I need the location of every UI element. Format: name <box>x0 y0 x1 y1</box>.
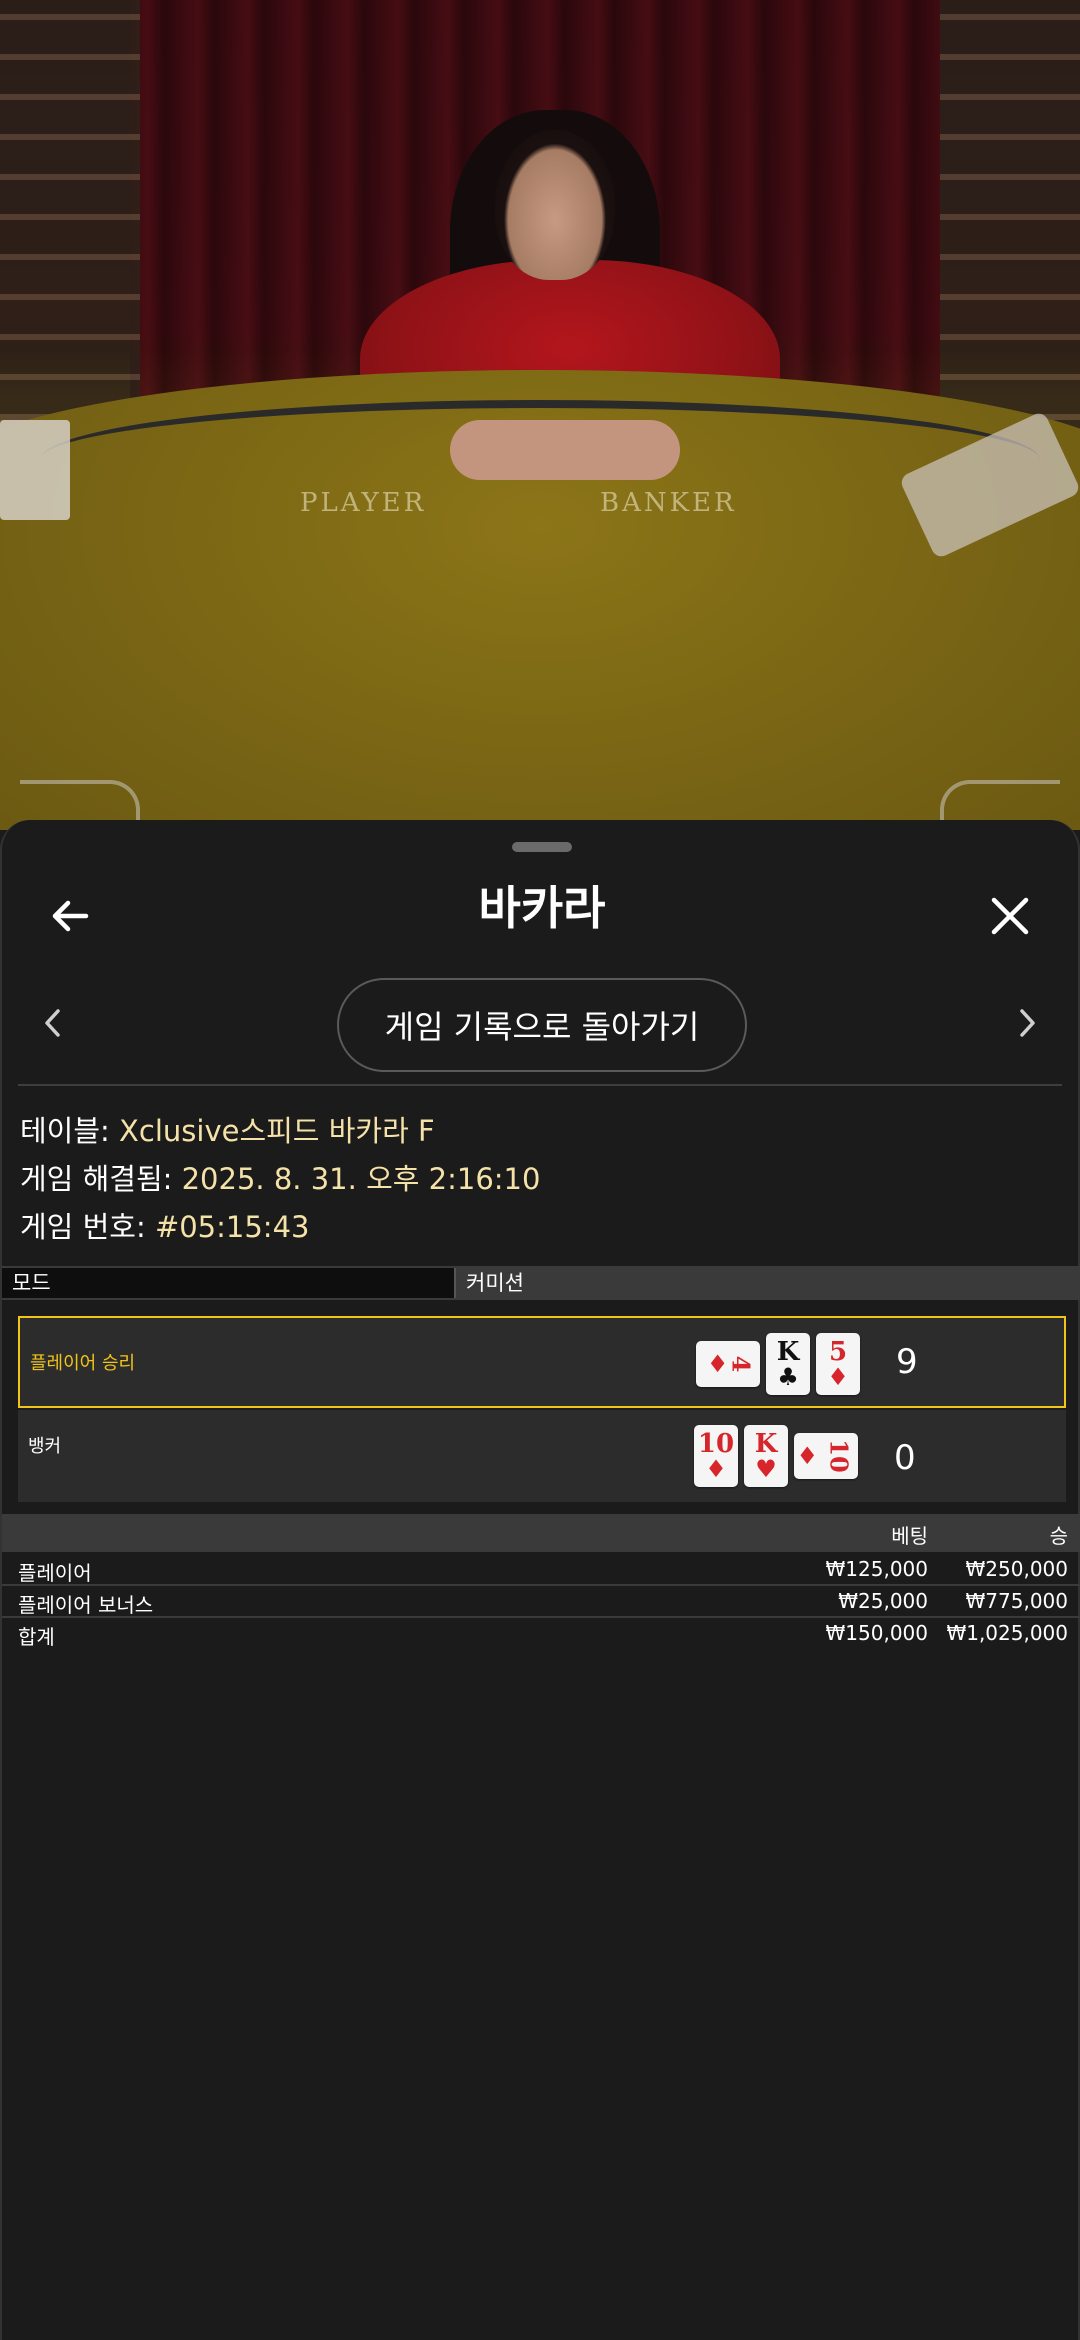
card-suit: ♦ <box>706 1349 729 1378</box>
win-column-header: 승 <box>1049 1524 1068 1548</box>
card-rank: 10 <box>824 1439 854 1473</box>
total-win: ₩1,025,000 <box>946 1621 1068 1645</box>
page-title: 바카라 <box>478 881 606 935</box>
previous-game-button[interactable] <box>18 988 88 1058</box>
card-suit: ♦ <box>827 1362 849 1391</box>
chevron-left-icon <box>45 1009 60 1037</box>
total-bet: ₩150,000 <box>825 1621 928 1645</box>
win-amount: ₩250,000 <box>965 1557 1068 1581</box>
dealer-arms <box>450 420 680 480</box>
player-result-label: 플레이어 승리 <box>30 1353 136 1374</box>
dealer-face <box>495 130 615 280</box>
mode-bar: 모드 커미션 <box>2 1266 1080 1300</box>
table-row: 플레이어 ₩125,000 ₩250,000 <box>2 1554 1080 1586</box>
card-stack <box>0 420 70 520</box>
bet-name: 플레이어 보너스 <box>18 1593 154 1617</box>
divider <box>18 1084 1062 1086</box>
game-history-sheet: 바카라 게임 기록으로 돌아가기 테이블: Xclusive스피드 바카라 F … <box>0 820 1080 2340</box>
bet-amount: ₩125,000 <box>825 1557 928 1581</box>
banker-card: K ♥ <box>744 1425 788 1487</box>
card-suit: ♣ <box>777 1362 799 1391</box>
banker-card: ♦ 10 <box>794 1433 858 1479</box>
next-game-button[interactable] <box>992 988 1062 1058</box>
card-suit: ♦ <box>705 1454 727 1483</box>
banker-card: 10 ♦ <box>694 1425 738 1487</box>
back-to-history-button[interactable]: 게임 기록으로 돌아가기 <box>337 978 747 1072</box>
player-card: K ♣ <box>766 1333 810 1395</box>
mode-label: 모드 <box>2 1268 454 1298</box>
banker-result-row: 뱅커 10 ♦ K ♥ ♦ 10 0 <box>18 1410 1066 1502</box>
close-icon <box>991 897 1029 935</box>
info-table-value: Xclusive스피드 바카라 F <box>119 1114 435 1148</box>
info-table-label: 테이블: <box>20 1114 110 1148</box>
bet-amount: ₩25,000 <box>838 1589 928 1613</box>
info-resolved-value: 2025. 8. 31. 오후 2:16:10 <box>181 1162 541 1196</box>
total-row: 합계 ₩150,000 ₩1,025,000 <box>2 1618 1080 1650</box>
bets-table-header: 베팅 승 <box>2 1514 1080 1552</box>
sheet-grabber[interactable] <box>512 842 572 852</box>
table-label-player: PLAYER <box>300 488 427 518</box>
close-button[interactable] <box>970 876 1050 956</box>
banker-result-label: 뱅커 <box>28 1436 62 1457</box>
banker-cards: 10 ♦ K ♥ ♦ 10 <box>694 1424 858 1488</box>
info-resolved-label: 게임 해결됨: <box>20 1162 173 1196</box>
player-cards: ♦ 4 K ♣ 5 ♦ <box>696 1332 860 1396</box>
bet-name: 플레이어 <box>18 1561 92 1585</box>
info-game-value: #05:15:43 <box>154 1210 310 1244</box>
commission-label: 커미션 <box>454 1268 1080 1298</box>
decor-screen-left <box>0 0 140 420</box>
win-amount: ₩775,000 <box>965 1589 1068 1613</box>
card-rank: 4 <box>726 1355 756 1373</box>
player-card: 5 ♦ <box>816 1333 860 1395</box>
chevron-right-icon <box>1020 1009 1035 1037</box>
table-label-banker: BANKER <box>600 488 737 518</box>
card-suit: ♥ <box>755 1454 777 1483</box>
info-game-label: 게임 번호: <box>20 1210 146 1244</box>
player-card: ♦ 4 <box>696 1341 760 1387</box>
info-resolved: 게임 해결됨: 2025. 8. 31. 오후 2:16:10 <box>20 1156 540 1198</box>
live-video-feed: PLAYER BANKER <box>0 0 1080 830</box>
player-score: 9 <box>896 1342 918 1382</box>
player-result-row: 플레이어 승리 ♦ 4 K ♣ 5 ♦ 9 <box>18 1316 1066 1408</box>
card-suit: ♦ <box>796 1441 819 1470</box>
info-table: 테이블: Xclusive스피드 바카라 F <box>20 1108 435 1150</box>
banker-score: 0 <box>894 1438 916 1478</box>
bet-column-header: 베팅 <box>891 1524 928 1548</box>
info-game-number: 게임 번호: #05:15:43 <box>20 1204 309 1246</box>
table-row: 플레이어 보너스 ₩25,000 ₩775,000 <box>2 1586 1080 1618</box>
total-label: 합계 <box>18 1625 55 1649</box>
